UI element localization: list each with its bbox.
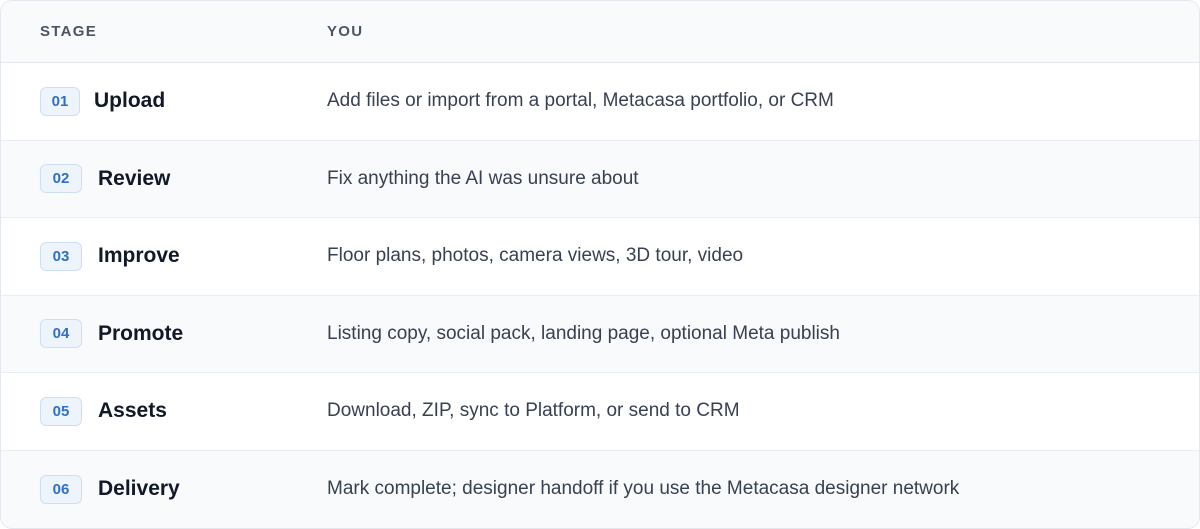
stage-description: Mark complete; designer handoff if you u…: [327, 478, 960, 500]
stage-description: Listing copy, social pack, landing page,…: [327, 322, 840, 344]
stages-table: STAGE YOU 01 Upload Add files or import …: [0, 0, 1200, 529]
stage-name: Promote: [98, 321, 184, 345]
table-row: 03 Improve Floor plans, photos, camera v…: [1, 218, 1199, 296]
stage-description: Add files or import from a portal, Metac…: [327, 90, 834, 112]
stage-description: Floor plans, photos, camera views, 3D to…: [327, 245, 744, 267]
table-row: 01 Upload Add files or import from a por…: [1, 63, 1199, 141]
stage-name: Assets: [98, 399, 167, 423]
stage-cell: 02 Review: [1, 164, 327, 194]
column-header-you: YOU: [327, 23, 364, 40]
stage-name: Upload: [94, 89, 166, 113]
table-row: 05 Assets Download, ZIP, sync to Platfor…: [1, 373, 1199, 451]
column-header-stage: STAGE: [40, 23, 98, 40]
stage-cell: 04 Promote: [1, 319, 327, 349]
stage-number-badge: 04: [40, 319, 82, 349]
stage-number-badge: 02: [40, 164, 82, 194]
stage-cell: 03 Improve: [1, 241, 327, 271]
table-header: STAGE YOU: [1, 1, 1199, 63]
stage-name: Delivery: [98, 477, 180, 501]
stage-number-badge: 05: [40, 396, 82, 426]
stage-cell: 01 Upload: [1, 86, 327, 116]
table-row: 04 Promote Listing copy, social pack, la…: [1, 295, 1199, 373]
stage-name: Review: [98, 166, 171, 190]
stage-cell: 05 Assets: [1, 396, 327, 426]
stage-cell: 06 Delivery: [1, 474, 327, 504]
table-row: 02 Review Fix anything the AI was unsure…: [1, 140, 1199, 218]
table-row: 06 Delivery Mark complete; designer hand…: [1, 450, 1199, 528]
stage-description: Fix anything the AI was unsure about: [327, 167, 639, 189]
stage-name: Improve: [98, 244, 180, 268]
stage-number-badge: 01: [40, 86, 80, 116]
stage-description: Download, ZIP, sync to Platform, or send…: [327, 400, 740, 422]
stage-number-badge: 03: [40, 241, 82, 271]
stage-number-badge: 06: [40, 474, 82, 504]
